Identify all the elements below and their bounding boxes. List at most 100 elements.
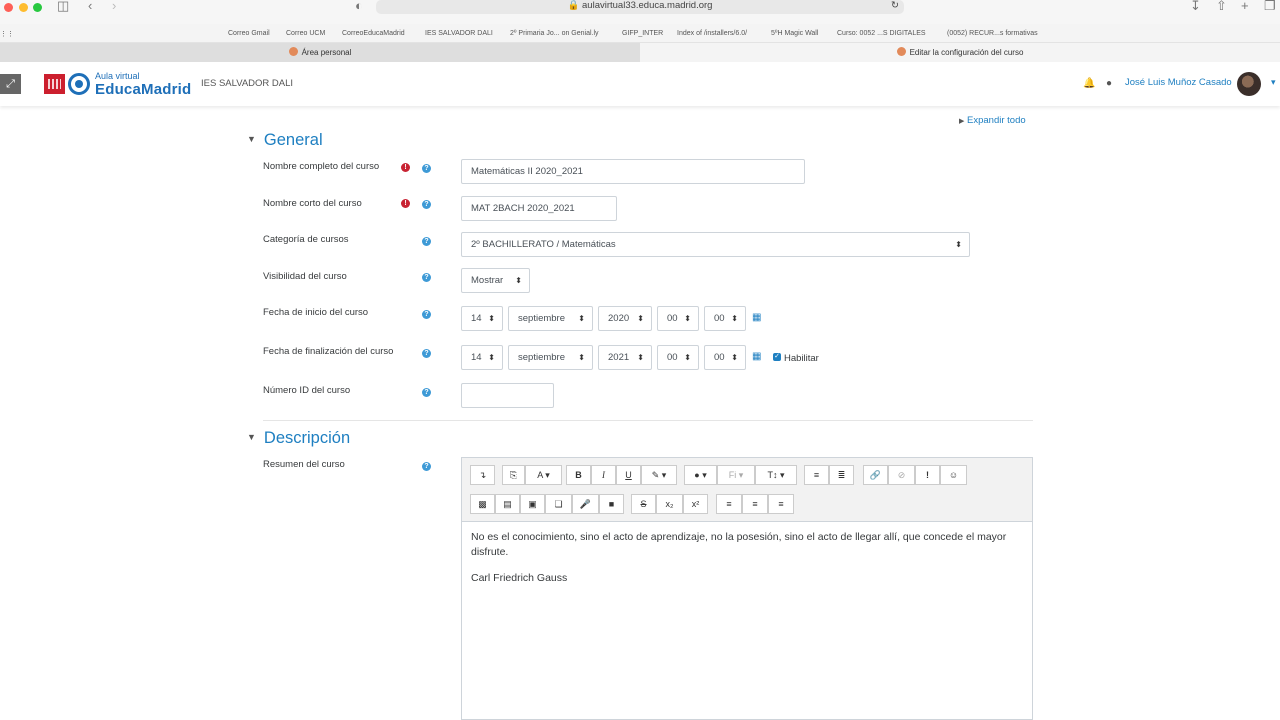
subscript-icon[interactable]: x₂ xyxy=(656,494,683,514)
strikethrough-icon[interactable]: S xyxy=(631,494,656,514)
expand-all-link[interactable]: ▶ Expandir todo xyxy=(959,115,1026,126)
help-icon[interactable]: ? xyxy=(422,388,431,397)
user-menu-name[interactable]: José Luis Muñoz Casado xyxy=(1125,77,1232,88)
tab-editar-configuracion[interactable]: Editar la configuración del curso xyxy=(640,43,1280,62)
school-name[interactable]: IES SALVADOR DALI xyxy=(201,78,293,89)
enable-enddate-checkbox[interactable]: ✓ xyxy=(773,353,781,361)
underline-icon[interactable]: U xyxy=(616,465,641,485)
file-icon[interactable]: ▣ xyxy=(520,494,545,514)
logo-small-text: Aula virtual xyxy=(95,71,140,81)
shield-icon[interactable]: ◐ xyxy=(355,0,363,12)
bookmark-item[interactable]: GIFP_INTER xyxy=(622,30,663,37)
manage-files-icon[interactable]: ❏ xyxy=(545,494,572,514)
warning-icon[interactable]: ! xyxy=(915,465,940,485)
record-video-icon[interactable]: ■ xyxy=(599,494,624,514)
bookmark-item[interactable]: Curso: 0052 ...S DIGITALES xyxy=(837,30,926,37)
section-description-header[interactable]: ▼ Descripción xyxy=(247,429,350,448)
enable-enddate-label[interactable]: Habilitar xyxy=(784,353,819,364)
messages-chat-icon[interactable]: ● xyxy=(1106,78,1112,89)
enddate-label: Fecha de finalización del curso xyxy=(263,346,394,357)
section-general-header[interactable]: ▼ General xyxy=(247,131,323,150)
image-icon[interactable]: ▤ xyxy=(495,494,520,514)
font-style-icon[interactable]: A ▾ xyxy=(525,465,562,485)
share-icon[interactable]: ⇧ xyxy=(1216,0,1227,12)
expand-drawer-icon[interactable]: ⤢ xyxy=(0,74,21,94)
close-window-button[interactable] xyxy=(4,3,13,12)
visibility-select[interactable]: Mostrar xyxy=(461,268,530,293)
idnumber-input[interactable] xyxy=(461,383,554,408)
bookmark-item[interactable]: 5ºH Magic Wall xyxy=(771,30,818,37)
editor-content-area[interactable]: No es el conocimiento, sino el acto de a… xyxy=(471,530,1026,597)
bookmark-item[interactable]: CorreoEducaMadrid xyxy=(342,30,405,37)
help-icon[interactable]: ? xyxy=(422,310,431,319)
zoom-window-button[interactable] xyxy=(33,3,42,12)
italic-icon[interactable]: I xyxy=(591,465,616,485)
end-day-select[interactable]: 14 xyxy=(461,345,503,370)
bookmark-item[interactable]: 2º Primaria Jo... on Genial.ly xyxy=(510,30,599,37)
bookmark-item[interactable]: IES SALVADOR DALI xyxy=(425,30,493,37)
unlink-icon[interactable]: ⊘ xyxy=(888,465,915,485)
align-left-icon[interactable]: ≡ xyxy=(716,494,742,514)
end-hour-select[interactable]: 00 xyxy=(657,345,699,370)
ordered-list-icon[interactable]: ≣ xyxy=(829,465,854,485)
help-icon[interactable]: ? xyxy=(422,273,431,282)
start-hour-select[interactable]: 00 xyxy=(657,306,699,331)
required-icon: ! xyxy=(401,163,410,172)
text-color-icon[interactable]: ✎ ▾ xyxy=(641,465,677,485)
record-audio-icon[interactable]: 🎤 xyxy=(572,494,599,514)
help-icon[interactable]: ? xyxy=(422,237,431,246)
notifications-bell-icon[interactable]: 🔔 xyxy=(1083,78,1095,89)
educamadrid-logo-icon[interactable] xyxy=(68,73,90,95)
reload-icon[interactable]: ↻ xyxy=(891,0,899,12)
media-library-icon[interactable]: ▩ xyxy=(470,494,495,514)
start-year-select[interactable]: 2020 xyxy=(598,306,652,331)
sidebar-icon[interactable]: ◫ xyxy=(57,0,69,12)
unordered-list-icon[interactable]: ≡ xyxy=(804,465,829,485)
tab-area-personal[interactable]: Área personal xyxy=(0,43,640,62)
shortname-input[interactable]: MAT 2BACH 2020_2021 xyxy=(461,196,617,221)
bookmark-item[interactable]: Correo UCM xyxy=(286,30,325,37)
emoticon-icon[interactable]: ☺ xyxy=(940,465,967,485)
collapse-triangle-icon: ▼ xyxy=(247,134,256,144)
background-color-icon[interactable]: ● ▾ xyxy=(684,465,717,485)
download-icon[interactable]: ↧ xyxy=(1190,0,1201,12)
font-size-icon[interactable]: T↕ ▾ xyxy=(755,465,797,485)
help-icon[interactable]: ? xyxy=(422,462,431,471)
align-center-icon[interactable]: ≡ xyxy=(742,494,768,514)
bookmark-item[interactable]: (0052) RECUR...s formativas xyxy=(947,30,1038,37)
user-menu-caret-icon[interactable]: ▾ xyxy=(1271,77,1276,88)
fullname-input[interactable]: Matemáticas II 2020_2021 xyxy=(461,159,805,184)
calendar-icon[interactable]: ▦ xyxy=(752,312,761,323)
start-day-select[interactable]: 14 xyxy=(461,306,503,331)
back-icon[interactable]: ‹ xyxy=(88,0,92,12)
superscript-icon[interactable]: x² xyxy=(683,494,708,514)
apps-grid-icon[interactable]: ⋮⋮ xyxy=(0,30,14,38)
help-icon[interactable]: ? xyxy=(422,200,431,209)
category-select[interactable]: 2º BACHILLERATO / Matemáticas xyxy=(461,232,970,257)
help-icon[interactable]: ? xyxy=(422,164,431,173)
start-month-select[interactable]: septiembre xyxy=(508,306,593,331)
end-year-select[interactable]: 2021 xyxy=(598,345,652,370)
collapse-toolbar-icon[interactable]: ↴ xyxy=(470,465,495,485)
end-minute-select[interactable]: 00 xyxy=(704,345,746,370)
new-tab-icon[interactable]: + xyxy=(1241,0,1249,12)
link-icon[interactable]: 🔗 xyxy=(863,465,888,485)
expand-triangle-icon: ▶ xyxy=(959,118,965,125)
align-right-icon[interactable]: ≡ xyxy=(768,494,794,514)
minimize-window-button[interactable] xyxy=(19,3,28,12)
font-family-icon[interactable]: Fi ▾ xyxy=(717,465,755,485)
start-minute-select[interactable]: 00 xyxy=(704,306,746,331)
logo-big-text[interactable]: EducaMadrid xyxy=(95,81,191,98)
address-bar[interactable]: 🔒 aulavirtual33.educa.madrid.org ↻ xyxy=(376,0,904,14)
tab-overview-icon[interactable]: ❐ xyxy=(1264,0,1276,12)
bookmark-item[interactable]: Index of /installers/6.0/ xyxy=(677,30,747,37)
paste-icon[interactable]: ⎘ xyxy=(502,465,525,485)
end-month-select[interactable]: septiembre xyxy=(508,345,593,370)
calendar-icon[interactable]: ▦ xyxy=(752,351,761,362)
help-icon[interactable]: ? xyxy=(422,349,431,358)
bookmark-item[interactable]: Correo Gmail xyxy=(228,30,270,37)
comunidad-madrid-logo[interactable] xyxy=(44,74,65,94)
avatar[interactable] xyxy=(1237,72,1261,96)
forward-icon[interactable]: › xyxy=(112,0,116,12)
bold-icon[interactable]: B xyxy=(566,465,591,485)
